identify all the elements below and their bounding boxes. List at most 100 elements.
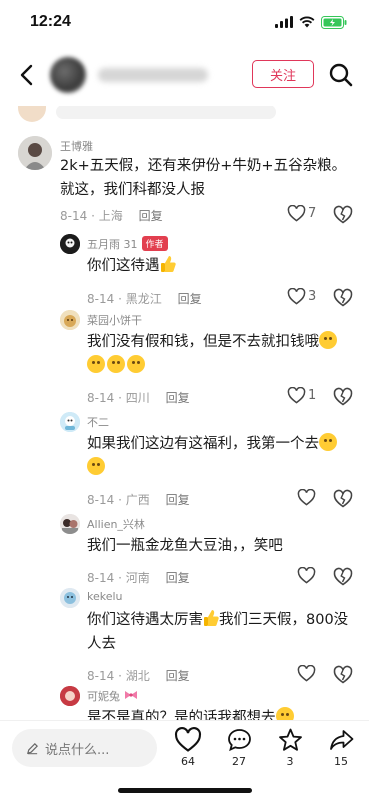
avatar[interactable] — [60, 310, 80, 330]
broken-heart-icon[interactable] — [333, 665, 353, 685]
comment-meta: 8-14 · 黑龙江 回复 — [87, 292, 202, 306]
likes-count: 64 — [181, 755, 195, 768]
heart-icon — [287, 387, 306, 404]
avatar[interactable] — [60, 588, 80, 608]
like-button[interactable] — [297, 489, 318, 506]
heart-icon — [174, 727, 202, 752]
reply-button[interactable]: 回复 — [166, 493, 190, 507]
emoji-icon — [127, 355, 145, 373]
comment-text: 你们这待遇 — [87, 254, 352, 278]
comment-icon — [227, 729, 251, 752]
comment-date: 8-14 — [60, 209, 88, 223]
thumbs-up-icon — [160, 256, 176, 272]
comment-author[interactable]: Allien_兴林 — [87, 516, 145, 532]
status-time: 12:24 — [30, 13, 71, 30]
search-button[interactable] — [328, 62, 356, 90]
comment-meta: 8-14 · 湖北 回复 — [87, 669, 190, 683]
heart-icon — [287, 288, 306, 305]
comment-item: 不二 如果我们这边有这福利，我第一个去 8-14 · 广西 回复 — [0, 408, 369, 509]
shares-count: 15 — [334, 755, 348, 768]
laughing-emoji-icon — [319, 433, 337, 451]
share-action-button[interactable]: 15 — [323, 727, 359, 768]
like-button[interactable]: 1 — [287, 387, 316, 404]
emoji-icon — [319, 331, 337, 349]
reply-button[interactable]: 回复 — [139, 209, 163, 223]
laughing-emoji-icon — [275, 707, 294, 720]
comment-location: 河南 — [125, 571, 150, 585]
comment-location: 广西 — [125, 493, 150, 507]
signal-icon — [275, 16, 293, 28]
home-indicator — [118, 788, 252, 793]
comment-input[interactable]: 说点什么... — [12, 729, 157, 767]
comment-author[interactable]: 不二 — [87, 414, 109, 430]
star-icon — [278, 728, 302, 751]
avatar[interactable] — [60, 412, 80, 432]
broken-heart-icon[interactable] — [333, 288, 353, 308]
comment-author[interactable]: kekelu — [87, 590, 123, 603]
comments-count: 27 — [232, 755, 246, 768]
comment-text: 2k+五天假，还有来伊份+牛奶+五谷杂粮。就这，我们科都没人报 — [60, 158, 347, 198]
comment-item: 王博雅 2k+五天假，还有来伊份+牛奶+五谷杂粮。就这，我们科都没人报 8-14… — [0, 106, 369, 224]
avatar[interactable] — [60, 514, 80, 534]
comment-item: Allien_兴林 我们一瓶金龙鱼大豆油，，笑吧 8-14 · 河南 回复 — [0, 510, 369, 586]
status-icons — [275, 15, 347, 29]
like-button[interactable]: 7 — [287, 205, 316, 222]
broken-heart-icon[interactable] — [333, 567, 353, 587]
thumbs-up-icon — [204, 610, 219, 626]
heart-icon — [287, 205, 306, 222]
comment-item: 五月雨 31 作者 你们这待遇 8-14 · 黑龙江 回复 3 — [0, 230, 369, 307]
comment-author[interactable]: 可妮兔 — [87, 688, 138, 704]
comment-text: 如果我们这边有这福利，我第一个去 — [87, 432, 357, 480]
reply-button[interactable]: 回复 — [178, 292, 202, 306]
status-bar: 12:24 — [0, 0, 369, 44]
broken-heart-icon[interactable] — [333, 387, 353, 407]
comment-date: 8-14 — [87, 391, 115, 405]
reply-button[interactable]: 回复 — [166, 571, 190, 585]
comment-date: 8-14 — [87, 571, 115, 585]
pencil-icon — [26, 742, 38, 754]
author-avatar[interactable] — [50, 57, 86, 93]
wifi-icon — [299, 16, 315, 28]
like-button[interactable] — [297, 665, 318, 682]
search-icon — [329, 63, 353, 87]
comment-date: 8-14 — [87, 669, 115, 683]
author-name[interactable] — [98, 68, 208, 82]
like-button[interactable] — [297, 567, 318, 584]
like-count: 7 — [308, 206, 317, 221]
avatar[interactable] — [60, 686, 80, 706]
follow-button[interactable]: 关注 — [252, 60, 314, 88]
comment-input-placeholder: 说点什么... — [45, 742, 110, 758]
comment-item: 菜园小饼干 我们没有假和钱，但是不去就扣钱哦 8-14 · 四川 回复 1 — [0, 306, 369, 407]
avatar-image — [60, 514, 80, 534]
comment-location: 四川 — [125, 391, 150, 405]
broken-heart-icon[interactable] — [333, 205, 353, 225]
like-button[interactable]: 3 — [287, 288, 316, 305]
back-button[interactable] — [12, 57, 40, 93]
comment-author[interactable]: 五月雨 31 — [87, 238, 138, 251]
comment-meta: 8-14 · 河南 回复 — [87, 571, 190, 585]
comment-action-button[interactable]: 27 — [221, 727, 257, 768]
comment-meta: 8-14 · 广西 回复 — [87, 493, 190, 507]
nav-bar: 关注 — [0, 44, 369, 106]
avatar[interactable] — [60, 234, 80, 254]
avatar-image — [60, 588, 80, 608]
comment-item: 可妮兔 是不是真的？是的话我都想去 — [0, 684, 369, 720]
comment-author[interactable]: 王博雅 — [60, 138, 93, 154]
comment-author[interactable]: 菜园小饼干 — [87, 312, 142, 328]
avatar[interactable] — [18, 136, 52, 170]
favorite-action-button[interactable]: 3 — [272, 727, 308, 768]
reply-button[interactable]: 回复 — [166, 391, 190, 405]
bow-icon — [124, 691, 137, 699]
comment-list[interactable]: 王博雅 2k+五天假，还有来伊份+牛奶+五谷杂粮。就这，我们科都没人报 8-14… — [0, 106, 369, 720]
comment-text: 是不是真的？是的话我都想去 — [87, 706, 357, 720]
comment-text: 我们一瓶金龙鱼大豆油，，笑吧 — [87, 538, 283, 554]
comment-text: 你们这待遇太厉害 我们三天假，800没人去 — [87, 608, 357, 656]
comment-location: 湖北 — [125, 669, 150, 683]
like-action-button[interactable]: 64 — [170, 727, 206, 768]
reply-button[interactable]: 回复 — [166, 669, 190, 683]
broken-heart-icon[interactable] — [333, 489, 353, 509]
battery-icon — [321, 15, 347, 29]
heart-icon — [297, 567, 316, 584]
comment-meta: 8-14 · 上海 回复 — [60, 209, 163, 223]
emoji-icon — [107, 355, 125, 373]
